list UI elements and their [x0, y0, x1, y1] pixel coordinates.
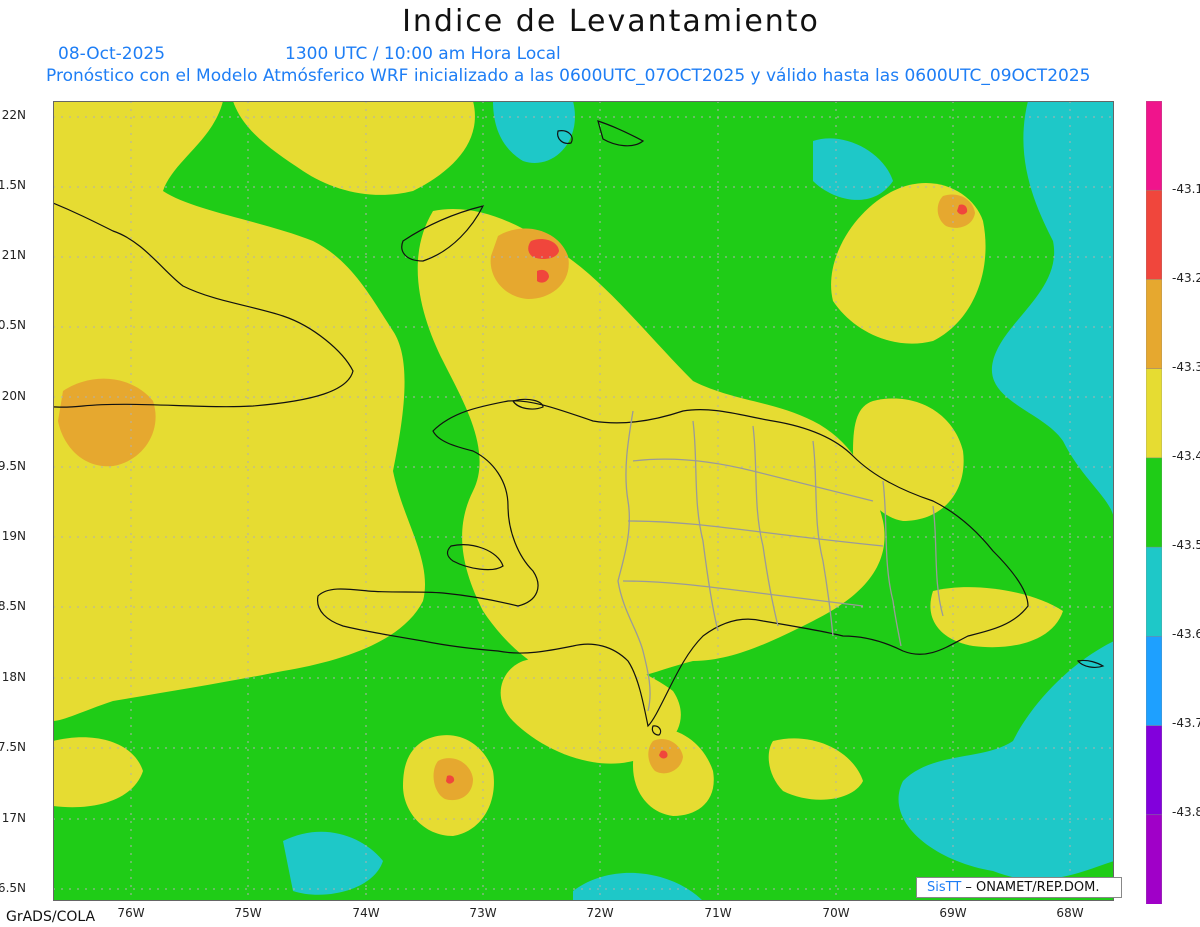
lat-label: 17.5N [0, 740, 26, 754]
colorbar-label: -43.7 [1172, 716, 1200, 730]
sistt-logo: SisTT [927, 880, 962, 895]
colorbar-swatch [1146, 725, 1162, 816]
colorbar-label: -43.1 [1172, 182, 1200, 196]
onamet-watermark: SisTT – ONAMET/REP.DOM. [916, 877, 1122, 898]
lat-label: 22N [1, 108, 26, 122]
grads-credit: GrADS/COLA [6, 909, 96, 925]
lat-label: 20N [1, 389, 26, 403]
colorbar-swatch [1146, 279, 1162, 370]
lat-label: 18N [1, 670, 26, 684]
colorbar-swatch [1146, 101, 1162, 191]
colorbar-label: -43.8 [1172, 805, 1200, 819]
lat-label: 19.5N [0, 459, 26, 473]
lon-label: 75W [234, 906, 262, 920]
colorbar-swatch [1146, 457, 1162, 548]
lon-label: 71W [704, 906, 732, 920]
lon-label: 69W [939, 906, 967, 920]
lat-label: 17N [1, 811, 26, 825]
colorbar [1146, 101, 1162, 904]
map-title: Indice de Levantamiento [402, 4, 820, 39]
lat-label: 20.5N [0, 318, 26, 332]
model-description: Pronóstico con el Modelo Atmósferico WRF… [46, 66, 1091, 86]
watermark-text: – ONAMET/REP.DOM. [961, 880, 1100, 895]
lon-label: 68W [1056, 906, 1084, 920]
lon-label: 70W [822, 906, 850, 920]
lon-label: 73W [469, 906, 497, 920]
lifted-index-map [53, 101, 1114, 901]
colorbar-label: -43.3 [1172, 360, 1200, 374]
lon-label: 72W [586, 906, 614, 920]
colorbar-swatch [1146, 814, 1162, 904]
colorbar-label: -43.2 [1172, 271, 1200, 285]
lat-label: 21.5N [0, 178, 26, 192]
lat-label: 19N [1, 529, 26, 543]
lon-label: 76W [117, 906, 145, 920]
colorbar-label: -43.5 [1172, 538, 1200, 552]
colorbar-label: -43.4 [1172, 449, 1200, 463]
colorbar-swatch [1146, 546, 1162, 638]
forecast-date: 08-Oct-2025 [58, 44, 166, 64]
lon-label: 74W [352, 906, 380, 920]
lat-label: 21N [1, 248, 26, 262]
lat-label: 16.5N [0, 881, 26, 895]
colorbar-swatch [1146, 368, 1162, 459]
colorbar-swatch [1146, 636, 1162, 727]
colorbar-swatch [1146, 189, 1162, 281]
lat-label: 18.5N [0, 599, 26, 613]
forecast-time: 1300 UTC / 10:00 am Hora Local [285, 44, 561, 64]
colorbar-label: -43.6 [1172, 627, 1200, 641]
